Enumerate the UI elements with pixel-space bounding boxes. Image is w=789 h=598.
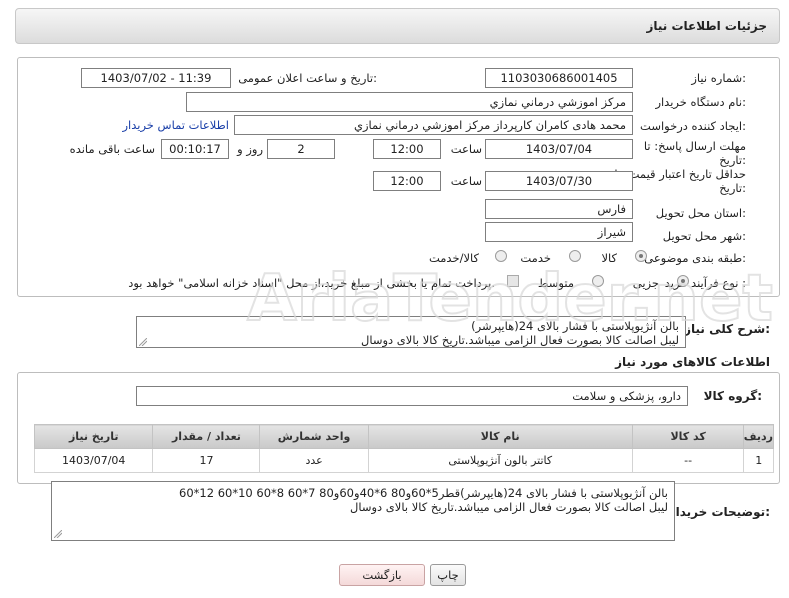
- treasury-payment-note: پرداخت تمام یا بخشی از مبلغ خرید،از محل …: [128, 276, 495, 290]
- goods-section-title: اطلاعات کالاهای مورد نیاز: [615, 355, 770, 369]
- summary-line-2: لیبل اصالت کالا بصورت فعال الزامی میباشد…: [360, 333, 679, 347]
- need-number-field: 1103030686001405: [485, 68, 633, 88]
- buyer-notes-line-1: بالن آنژیوپلاستی با فشار بالای 24(هایپرش…: [179, 486, 668, 500]
- col-code: کد کالا: [631, 424, 745, 449]
- col-qty: تعداد / مقدار: [152, 424, 261, 449]
- goods-group-label: گروه کالا:: [703, 389, 762, 403]
- process-option-minor: جزیی: [632, 276, 659, 290]
- col-row: ردیف: [743, 424, 774, 449]
- category-option-service: خدمت: [520, 251, 551, 265]
- province-field: فارس: [485, 199, 633, 219]
- announce-date-field: 1403/07/02 - 11:39: [81, 68, 231, 88]
- creator-field: محمد هادی کامران کارپرداز مرکز اموزشي در…: [234, 115, 633, 135]
- category-radio-service[interactable]: [569, 250, 581, 262]
- city-field: شیراز: [485, 222, 633, 242]
- validity-time-label: ساعت: [450, 174, 482, 188]
- process-option-medium: متوسط: [537, 276, 574, 290]
- cell-unit: عدد: [259, 448, 369, 473]
- goods-group-field: دارو، پزشکی و سلامت: [136, 386, 688, 406]
- announce-date-label: تاریخ و ساعت اعلان عمومی:: [238, 71, 377, 85]
- deadline-time-field: 12:00: [373, 139, 441, 159]
- validity-date-field: 1403/07/30: [485, 171, 633, 191]
- deadline-time-label: ساعت: [450, 142, 482, 156]
- remaining-time-field: 00:10:17: [161, 139, 229, 159]
- deadline-label-date: تاریخ:: [719, 153, 746, 167]
- buyer-contact-link[interactable]: اطلاعات تماس خریدار: [122, 118, 229, 132]
- validity-label-date: تاریخ:: [719, 181, 746, 195]
- notes-resize-grip-icon[interactable]: [54, 530, 62, 538]
- back-button[interactable]: بازگشت: [339, 564, 425, 586]
- print-button[interactable]: چاپ: [430, 564, 466, 586]
- remaining-label: ساعت باقی مانده: [69, 142, 155, 156]
- col-date: تاریخ نیاز: [33, 424, 154, 449]
- category-radio-goods-service[interactable]: [495, 250, 507, 262]
- creator-label: ایجاد کننده درخواست:: [640, 119, 746, 133]
- need-number-label: شماره نیاز:: [691, 71, 746, 85]
- table-row: 1 -- کاتتر بالون آنژیوپلاستی عدد 17 1403…: [33, 448, 774, 473]
- buyer-org-label: نام دستگاه خریدار:: [655, 95, 746, 109]
- buyer-org-field: مرکز اموزشي درماني نمازي: [186, 92, 633, 112]
- process-radio-medium[interactable]: [592, 275, 604, 287]
- cell-code: --: [631, 448, 745, 473]
- page-header: جزئیات اطلاعات نیاز: [15, 8, 780, 44]
- category-radio-goods[interactable]: [635, 250, 647, 262]
- summary-line-1: بالن آنژیوپلاستی با فشار بالای 24(هایپرش…: [471, 319, 679, 333]
- col-name: نام کالا: [367, 424, 633, 449]
- deadline-date-field: 1403/07/04: [485, 139, 633, 159]
- validity-label: حداقل تاریخ اعتبار قیمت: تا: [614, 167, 746, 181]
- goods-table-header: ردیف کد کالا نام کالا واحد شمارش تعداد /…: [33, 424, 774, 449]
- cell-date: 1403/07/04: [33, 448, 154, 473]
- goods-table-wrap: ردیف کد کالا نام کالا واحد شمارش تعداد /…: [33, 424, 774, 473]
- summary-label: شرح کلی نیاز:: [684, 322, 770, 336]
- category-label: طبقه بندی موضوعی:: [644, 251, 746, 265]
- process-radio-minor[interactable]: [677, 275, 689, 287]
- city-label: شهر محل تحویل:: [662, 229, 746, 243]
- buyer-notes-label: توضیحات خریدار:: [668, 505, 770, 519]
- treasury-payment-checkbox[interactable]: [507, 275, 519, 287]
- resize-grip-icon[interactable]: [139, 338, 147, 346]
- category-option-goods: کالا: [601, 251, 617, 265]
- buyer-notes-text: بالن آنژیوپلاستی با فشار بالای 24(هایپرش…: [51, 481, 675, 541]
- summary-text: بالن آنژیوپلاستی با فشار بالای 24(هایپرش…: [136, 316, 686, 348]
- days-label: روز و: [237, 142, 263, 156]
- goods-table: ردیف کد کالا نام کالا واحد شمارش تعداد /…: [33, 424, 774, 473]
- col-unit: واحد شمارش: [259, 424, 369, 449]
- page-title: جزئیات اطلاعات نیاز: [646, 19, 767, 33]
- deadline-label: مهلت ارسال پاسخ: تا: [643, 139, 746, 153]
- category-option-goods-service: کالا/خدمت: [428, 251, 479, 265]
- cell-row: 1: [743, 448, 774, 473]
- days-field: 2: [267, 139, 335, 159]
- province-label: استان محل تحویل:: [655, 206, 746, 220]
- cell-qty: 17: [152, 448, 261, 473]
- buyer-notes-line-2: لیبل اصالت کالا بصورت فعال الزامی میباشد…: [349, 500, 668, 514]
- cell-name: کاتتر بالون آنژیوپلاستی: [367, 448, 633, 473]
- validity-time-field: 12:00: [373, 171, 441, 191]
